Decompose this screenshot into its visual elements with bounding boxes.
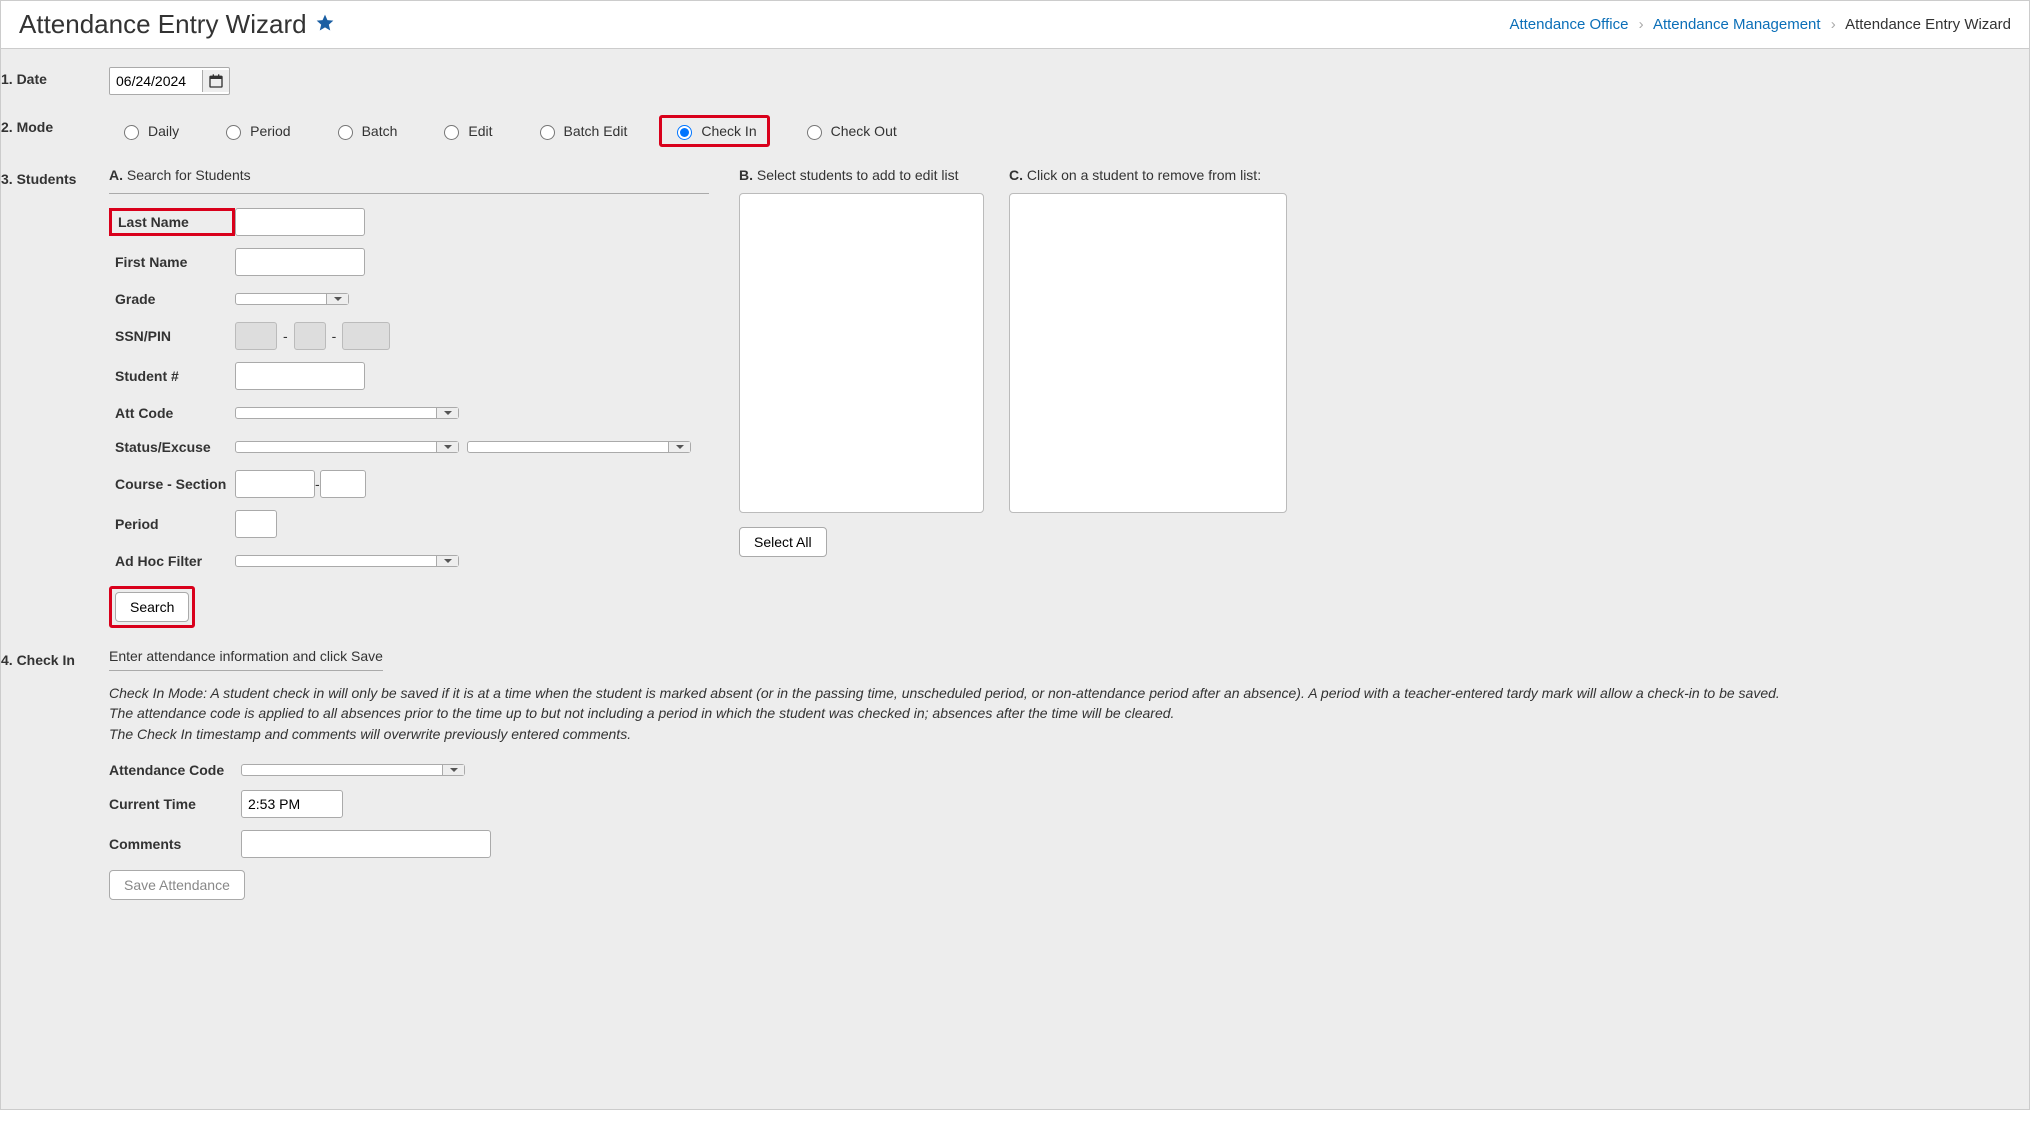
label-adhoc: Ad Hoc Filter (109, 550, 235, 572)
chevron-right-icon: › (1639, 16, 1644, 33)
current-time-input[interactable] (241, 790, 343, 818)
step-label-date: 1. Date (1, 67, 109, 87)
section-input[interactable] (320, 470, 366, 498)
label-student-num: Student # (109, 365, 235, 387)
step-label-checkin: 4. Check In (1, 648, 109, 668)
status-select[interactable] (235, 441, 459, 453)
section-b-title: Select students to add to edit list (757, 167, 959, 183)
chevron-down-icon (436, 556, 458, 566)
section-a-prefix: A. (109, 167, 123, 183)
mode-label-batch: Batch (362, 123, 398, 139)
chevron-down-icon (436, 442, 458, 452)
breadcrumb-attendance-management[interactable]: Attendance Management (1653, 16, 1821, 33)
save-attendance-button[interactable]: Save Attendance (109, 870, 245, 900)
chevron-down-icon (326, 294, 348, 304)
mode-radio-batch-edit[interactable]: Batch Edit (525, 118, 638, 144)
chevron-down-icon (668, 442, 690, 452)
chevron-down-icon (436, 408, 458, 418)
ssn-seg-1[interactable] (235, 322, 277, 350)
label-comments: Comments (109, 836, 241, 852)
label-last-name: Last Name (109, 208, 235, 236)
breadcrumb-current: Attendance Entry Wizard (1845, 16, 2011, 33)
section-c-prefix: C. (1009, 167, 1023, 183)
adhoc-select[interactable] (235, 555, 459, 567)
att-code-select[interactable] (235, 407, 459, 419)
remove-from-list-listbox[interactable] (1009, 193, 1287, 513)
attendance-code-select[interactable] (241, 764, 465, 776)
excuse-select[interactable] (467, 441, 691, 453)
mode-radio-daily[interactable]: Daily (109, 118, 189, 144)
favorite-star-icon[interactable] (315, 9, 335, 40)
label-course-section: Course - Section (109, 473, 235, 495)
label-period: Period (109, 513, 235, 535)
label-ssn: SSN/PIN (109, 325, 235, 347)
mode-label-daily: Daily (148, 123, 179, 139)
label-grade: Grade (109, 288, 235, 310)
page-title: Attendance Entry Wizard (19, 9, 307, 40)
checkin-note-3: The Check In timestamp and comments will… (109, 724, 2011, 744)
search-button[interactable]: Search (115, 592, 189, 622)
step-label-students: 3. Students (1, 167, 109, 187)
breadcrumb-attendance-office[interactable]: Attendance Office (1509, 16, 1628, 33)
mode-label-check-out: Check Out (831, 123, 897, 139)
label-status-excuse: Status/Excuse (109, 436, 235, 458)
mode-radio-batch[interactable]: Batch (323, 118, 408, 144)
first-name-input[interactable] (235, 248, 365, 276)
label-attendance-code: Attendance Code (109, 762, 241, 778)
select-to-add-listbox[interactable] (739, 193, 984, 513)
last-name-input[interactable] (235, 208, 365, 236)
label-att-code: Att Code (109, 402, 235, 424)
mode-label-batch-edit: Batch Edit (564, 123, 628, 139)
ssn-seg-2[interactable] (294, 322, 326, 350)
label-first-name: First Name (109, 251, 235, 273)
mode-radio-period[interactable]: Period (211, 118, 300, 144)
breadcrumb: Attendance Office › Attendance Managemen… (1509, 16, 2011, 33)
mode-label-period: Period (250, 123, 290, 139)
section-b-prefix: B. (739, 167, 753, 183)
mode-radio-check-in[interactable]: Check In (659, 115, 769, 147)
period-input[interactable] (235, 510, 277, 538)
step-label-mode: 2. Mode (1, 115, 109, 135)
chevron-right-icon: › (1831, 16, 1836, 33)
select-all-button[interactable]: Select All (739, 527, 827, 557)
comments-input[interactable] (241, 830, 491, 858)
date-input[interactable] (110, 68, 202, 94)
mode-radio-edit[interactable]: Edit (429, 118, 502, 144)
section-c-title: Click on a student to remove from list: (1027, 167, 1261, 183)
student-num-input[interactable] (235, 362, 365, 390)
checkin-subhead: Enter attendance information and click S… (109, 648, 383, 671)
section-a-title: Search for Students (127, 167, 251, 183)
label-current-time: Current Time (109, 796, 241, 812)
chevron-down-icon (442, 765, 464, 775)
mode-label-edit: Edit (468, 123, 492, 139)
checkin-note-1: Check In Mode: A student check in will o… (109, 683, 2011, 703)
course-input[interactable] (235, 470, 315, 498)
calendar-icon[interactable] (202, 70, 229, 92)
ssn-seg-3[interactable] (342, 322, 390, 350)
mode-radio-check-out[interactable]: Check Out (792, 118, 907, 144)
grade-select[interactable] (235, 293, 349, 305)
checkin-note-2: The attendance code is applied to all ab… (109, 703, 2011, 723)
mode-label-check-in: Check In (701, 123, 756, 139)
